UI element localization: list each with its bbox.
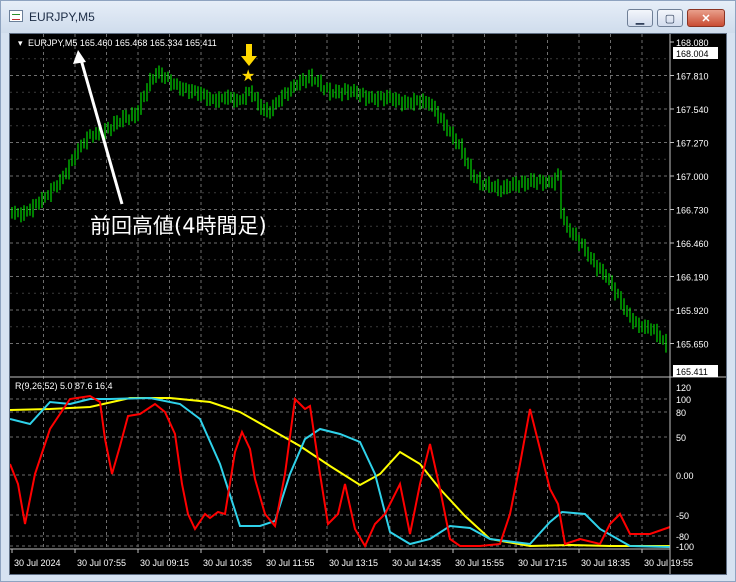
price-label: 166.460 <box>676 239 709 249</box>
price-axis-labels: 168.080 167.810 167.540 167.270 167.000 166.7… <box>670 38 709 350</box>
terminal-window: EURJPY,M5 ▁ ▢ ✕ ▾ EURJPY,M5 165.460 165.… <box>0 0 736 582</box>
collapse-arrow-icon[interactable]: ▾ <box>18 38 23 48</box>
indicator-tick-label: -80 <box>676 532 689 542</box>
maximize-button[interactable]: ▢ <box>657 9 683 27</box>
time-label: 30 Jul 19:55 <box>644 558 693 568</box>
indicator-tick-label: 0.00 <box>676 471 694 481</box>
indicator-tick-label: -100 <box>676 542 694 552</box>
indicator-lines <box>10 394 671 549</box>
down-arrow-icon <box>241 44 257 66</box>
time-label: 30 Jul 15:55 <box>455 558 504 568</box>
price-candles <box>11 65 667 353</box>
title-bar[interactable]: EURJPY,M5 ▁ ▢ ✕ <box>1 1 735 33</box>
time-label: 30 Jul 13:15 <box>329 558 378 568</box>
time-label: 30 Jul 07:55 <box>77 558 126 568</box>
price-label: 167.270 <box>676 139 709 149</box>
indicator-axis-labels: 120 100 80 50 0.00 -50 -80-100 <box>676 383 694 552</box>
symbol-info: EURJPY,M5 165.460 165.468 165.334 165.41… <box>28 38 217 48</box>
current-high-label: 168.004 <box>676 49 709 59</box>
indicator-tick-label: 50 <box>676 433 686 443</box>
chart-area[interactable]: ▾ EURJPY,M5 165.460 165.468 165.334 165.… <box>9 33 727 575</box>
price-label: 168.080 <box>676 38 709 48</box>
red-signal-line <box>10 394 671 549</box>
window-title: EURJPY,M5 <box>29 10 95 24</box>
price-label: 167.000 <box>676 172 709 182</box>
time-label: 30 Jul 09:15 <box>140 558 189 568</box>
minimize-button[interactable]: ▁ <box>627 9 653 27</box>
time-label: 30 Jul 17:15 <box>518 558 567 568</box>
indicator-tick-label: -50 <box>676 511 689 521</box>
price-label: 165.650 <box>676 340 709 350</box>
time-label: 30 Jul 14:35 <box>392 558 441 568</box>
time-label: 30 Jul 11:55 <box>266 558 314 568</box>
chart-canvas[interactable]: ▾ EURJPY,M5 165.460 165.468 165.334 165.… <box>10 34 726 574</box>
chart-window-icon <box>9 10 23 22</box>
time-axis-labels: 30 Jul 2024 30 Jul 07:55 30 Jul 09:15 30 Ju… <box>11 549 693 568</box>
close-button[interactable]: ✕ <box>687 9 725 27</box>
price-label: 167.810 <box>676 72 709 82</box>
yellow-signal-line <box>10 397 670 548</box>
indicator-label: R(9,26,52) 5.0 87.6 16.4 <box>15 381 113 391</box>
indicator-tick-label: 120 <box>676 383 691 393</box>
current-price-label: 165.411 <box>676 367 708 377</box>
time-label: 30 Jul 10:35 <box>203 558 252 568</box>
star-icon: ★ <box>241 66 255 85</box>
time-label: 30 Jul 2024 <box>14 558 61 568</box>
annotation-text: 前回高値(4時間足) <box>90 214 267 238</box>
annotation-arrow <box>78 55 124 205</box>
price-label: 166.190 <box>676 273 709 283</box>
indicator-tick-label: 100 <box>676 395 691 405</box>
price-label: 165.920 <box>676 306 709 316</box>
price-label: 167.540 <box>676 105 709 115</box>
price-label: 166.730 <box>676 206 709 216</box>
indicator-tick-label: 80 <box>676 408 686 418</box>
time-label: 30 Jul 18:35 <box>581 558 630 568</box>
